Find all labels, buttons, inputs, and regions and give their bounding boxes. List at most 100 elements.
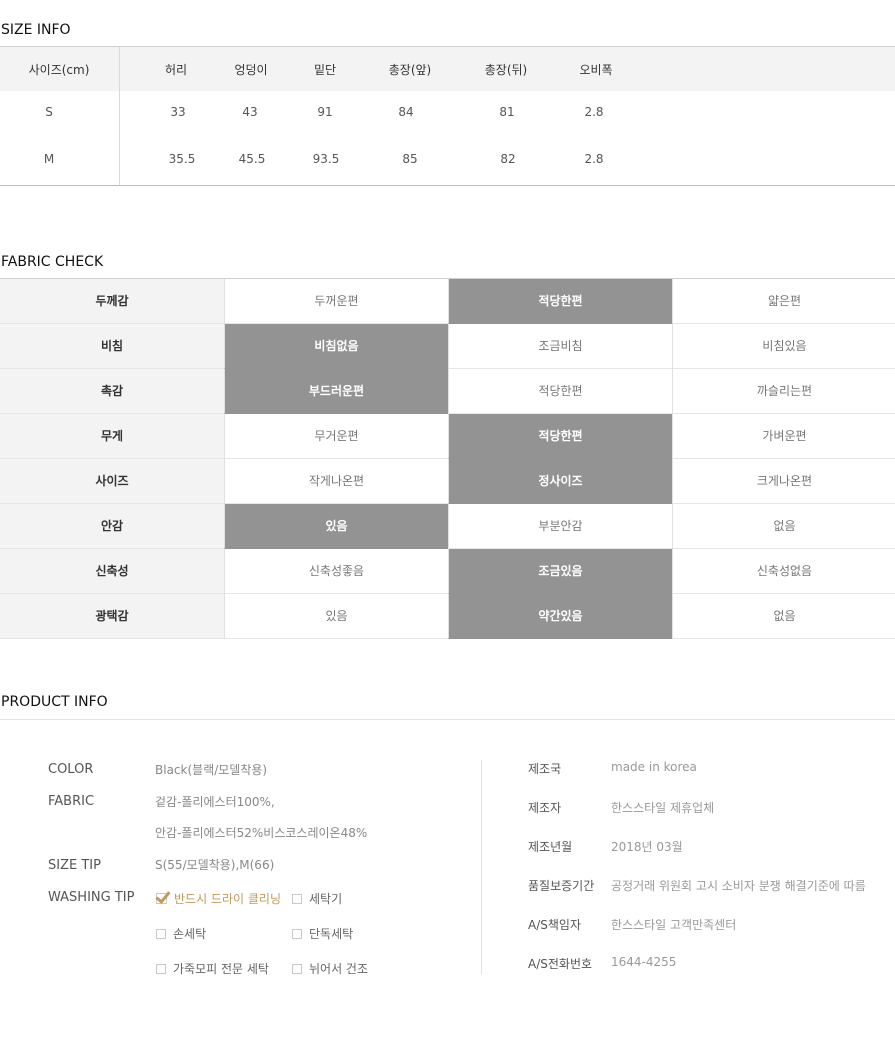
maker-value: 공정거래 위원회 고시 소비자 분쟁 해결기준에 따름 <box>611 879 866 893</box>
washing-option-label: 손세탁 <box>173 927 207 941</box>
fabric-option: 얇은편 <box>672 279 895 324</box>
fabric-row: 비침 비침없음 조금비침 비침있음 <box>0 324 895 369</box>
size-cell: 45.5 <box>238 152 266 166</box>
fabric-option: 없음 <box>672 504 895 549</box>
fabric-option: 신축성없음 <box>672 549 895 594</box>
fabric-row-label: 신축성 <box>0 549 224 594</box>
size-cell: 33 <box>170 105 186 119</box>
size-table: 사이즈(cm) 허리 엉덩이 밑단 총장(앞) 총장(뒤) 오비폭 S 33 4… <box>0 46 895 186</box>
fabric-option: 작게나온편 <box>224 459 448 504</box>
washing-option-label: 세탁기 <box>309 892 343 906</box>
washing-option: 손세탁 <box>156 925 206 942</box>
checkbox-checked-icon <box>156 893 167 904</box>
size-table-header <box>0 47 895 91</box>
fabric-option-selected: 정사이즈 <box>448 459 672 504</box>
maker-label: A/S책임자 <box>528 918 581 932</box>
size-cell: 93.5 <box>312 152 340 166</box>
size-tip-value: S(55/모델착용),M(66) <box>155 858 275 872</box>
fabric-row-label: 비침 <box>0 324 224 369</box>
fabric-value: 겉감-폴리에스터100%, <box>155 795 275 809</box>
size-tip-label: SIZE TIP <box>48 858 101 873</box>
size-header-cell: 엉덩이 <box>234 63 268 77</box>
fabric-option-selected: 조금있음 <box>448 549 672 594</box>
fabric-row-label: 두께감 <box>0 279 224 324</box>
washing-option: 세탁기 <box>292 890 342 907</box>
maker-value: 2018년 03월 <box>611 840 683 854</box>
maker-value: 1644-4255 <box>611 955 677 969</box>
size-header-cell: 허리 <box>164 63 188 77</box>
fabric-option: 신축성좋음 <box>224 549 448 594</box>
size-cell: 85 <box>402 152 418 166</box>
washing-option-label: 가죽모피 전문 세탁 <box>173 962 269 976</box>
fabric-option: 있음 <box>224 594 448 639</box>
fabric-option: 가벼운편 <box>672 414 895 459</box>
size-cell: 2.8 <box>584 152 604 166</box>
fabric-option: 적당한편 <box>448 369 672 414</box>
fabric-row: 무게 무거운편 적당한편 가벼운편 <box>0 414 895 459</box>
maker-label: 제조자 <box>528 801 562 815</box>
size-cell: S <box>45 105 53 119</box>
fabric-option: 크게나온편 <box>672 459 895 504</box>
maker-label: A/S전화번호 <box>528 957 593 971</box>
fabric-label: FABRIC <box>48 794 95 809</box>
color-label: COLOR <box>48 762 94 777</box>
fabric-option-selected: 적당한편 <box>448 279 672 324</box>
product-info-title: PRODUCT INFO <box>1 694 108 710</box>
size-header-cell: 오비폭 <box>579 63 613 77</box>
fabric-row: 안감 있음 부분안감 없음 <box>0 504 895 549</box>
washing-option-label: 단독세탁 <box>309 927 354 941</box>
size-header-cell: 밑단 <box>313 63 337 77</box>
color-value: Black(블랙/모델착용) <box>155 763 268 777</box>
fabric-option: 없음 <box>672 594 895 639</box>
fabric-option-selected: 비침없음 <box>224 324 448 369</box>
washing-option: 단독세탁 <box>292 925 353 942</box>
fabric-row-label: 촉감 <box>0 369 224 414</box>
size-cell: 43 <box>242 105 258 119</box>
fabric-row: 촉감 부드러운편 적당한편 까슬리는편 <box>0 369 895 414</box>
fabric-option: 무거운편 <box>224 414 448 459</box>
size-header-cell: 총장(뒤) <box>484 63 528 77</box>
size-header-cell: 사이즈(cm) <box>28 63 90 77</box>
maker-value: made in korea <box>611 760 697 774</box>
fabric-row-label: 무게 <box>0 414 224 459</box>
fabric-option: 조금비침 <box>448 324 672 369</box>
washing-option: 뉘어서 건조 <box>292 960 368 977</box>
washing-option: 반드시 드라이 클리닝 <box>156 890 281 907</box>
washing-tip-label: WASHING TIP <box>48 890 135 905</box>
fabric-row: 두께감 두꺼운편 적당한편 얇은편 <box>0 279 895 324</box>
size-cell: 91 <box>317 105 333 119</box>
fabric-option: 두꺼운편 <box>224 279 448 324</box>
fabric-option-selected: 약간있음 <box>448 594 672 639</box>
fabric-option-selected: 적당한편 <box>448 414 672 459</box>
fabric-row-label: 안감 <box>0 504 224 549</box>
fabric-row: 사이즈 작게나온편 정사이즈 크게나온편 <box>0 459 895 504</box>
fabric-row: 신축성 신축성좋음 조금있음 신축성없음 <box>0 549 895 594</box>
checkbox-icon <box>292 964 302 974</box>
fabric-option: 까슬리는편 <box>672 369 895 414</box>
size-table-divider <box>119 47 120 185</box>
maker-label: 품질보증기간 <box>528 879 595 893</box>
maker-label: 제조년월 <box>528 840 573 854</box>
fabric-option: 부분안감 <box>448 504 672 549</box>
size-cell: 2.8 <box>584 105 604 119</box>
size-cell: 35.5 <box>168 152 196 166</box>
maker-value: 한스스타일 고객만족센터 <box>611 918 737 932</box>
washing-option-label: 뉘어서 건조 <box>309 962 369 976</box>
size-cell: 81 <box>499 105 515 119</box>
washing-option-label: 반드시 드라이 클리닝 <box>174 892 281 906</box>
size-info-title: SIZE INFO <box>1 22 71 38</box>
checkbox-icon <box>156 929 166 939</box>
fabric-option-selected: 부드러운편 <box>224 369 448 414</box>
maker-label: 제조국 <box>528 762 562 776</box>
fabric-option: 비침있음 <box>672 324 895 369</box>
checkbox-icon <box>292 929 302 939</box>
maker-value: 한스스타일 제휴업체 <box>611 801 715 815</box>
fabric-option-selected: 있음 <box>224 504 448 549</box>
fabric-check-title: FABRIC CHECK <box>1 254 104 270</box>
fabric-value-lining: 안감-폴리에스터52%비스코스레이온48% <box>155 826 368 840</box>
size-cell: M <box>43 152 55 166</box>
washing-option: 가죽모피 전문 세탁 <box>156 960 269 977</box>
product-info-column-divider <box>481 760 482 974</box>
fabric-row: 광택감 있음 약간있음 없음 <box>0 594 895 639</box>
product-info-divider <box>0 719 895 720</box>
